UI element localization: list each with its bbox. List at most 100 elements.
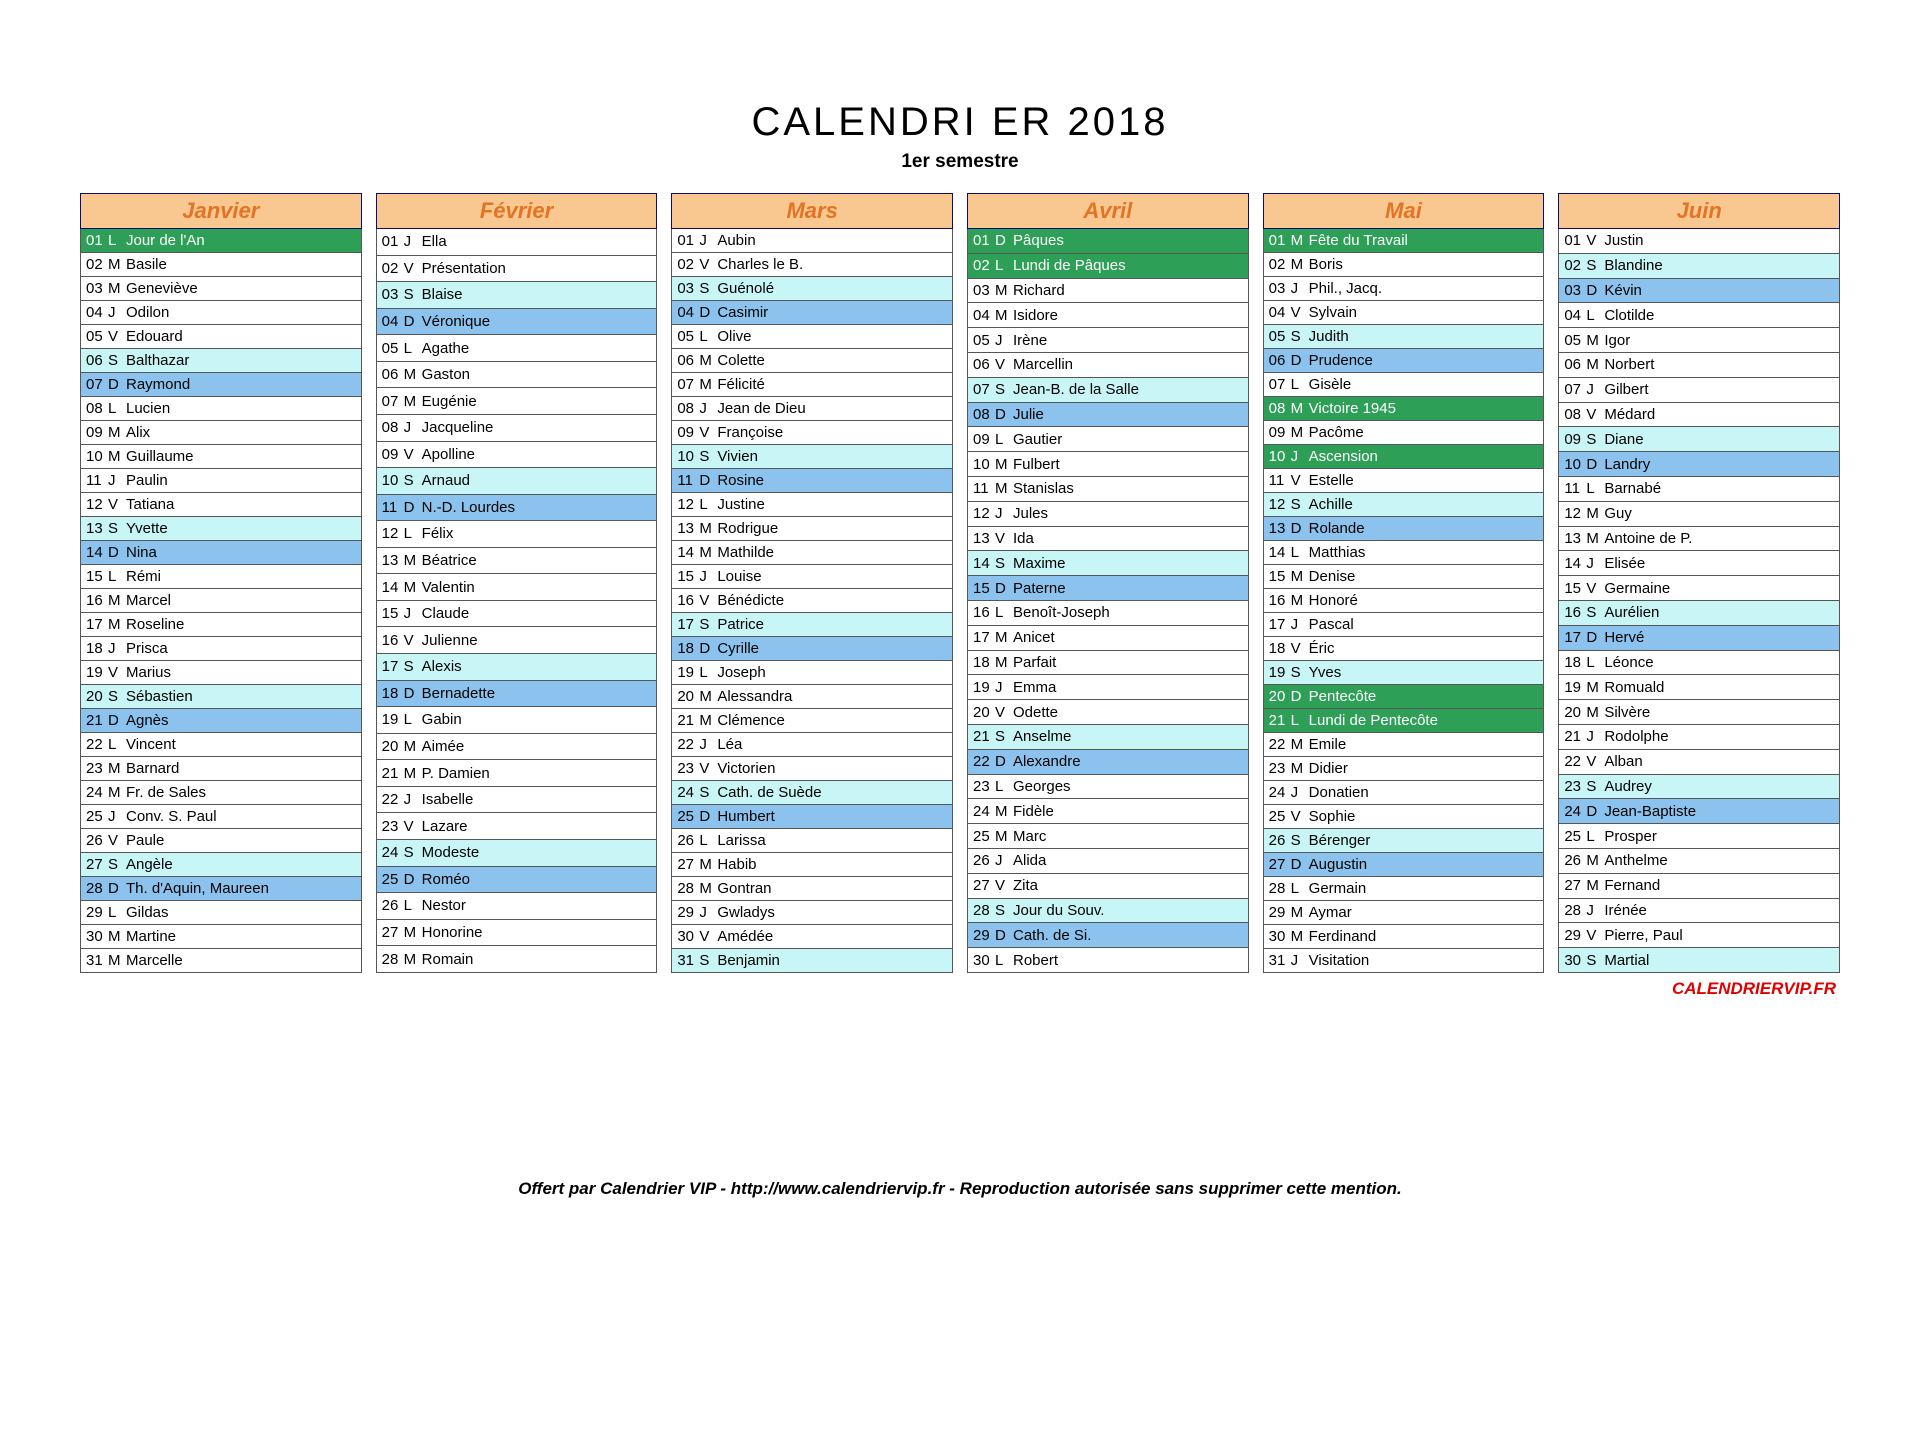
day-saint: Fulbert [1013,456,1060,473]
day-cell: 25VSophie [1263,805,1544,829]
day-saint: Boris [1309,256,1343,273]
day-weekday: V [699,928,717,945]
day-weekday: D [1291,856,1309,873]
day-cell: 17MRoseline [80,613,361,637]
day-weekday: L [699,328,717,345]
day-row: 06MColette [672,349,953,373]
day-number: 22 [1269,736,1291,753]
day-saint: Justine [717,496,765,513]
day-number: 27 [382,924,404,941]
day-weekday: V [699,424,717,441]
day-weekday: S [404,658,422,675]
day-number: 20 [1269,688,1291,705]
day-weekday: L [699,664,717,681]
day-row: 12JJules [968,501,1249,526]
day-weekday: J [108,472,126,489]
day-number: 15 [1269,568,1291,585]
day-weekday: J [404,605,422,622]
day-row: 24JDonatien [1263,781,1544,805]
day-saint: Alix [126,424,150,441]
day-number: 01 [1269,232,1291,249]
footer-note: Offert par Calendrier VIP - http://www.c… [80,1179,1840,1199]
day-number: 15 [1564,580,1586,597]
day-row: 27DAugustin [1263,853,1544,877]
day-cell: 24JDonatien [1263,781,1544,805]
day-weekday: L [699,832,717,849]
day-row: 02SBlandine [1559,253,1840,278]
day-number: 04 [382,313,404,330]
day-cell: 07LGisèle [1263,373,1544,397]
day-saint: Marc [1013,828,1046,845]
day-cell: 24MFr. de Sales [80,781,361,805]
day-cell: 12MGuy [1559,501,1840,526]
day-weekday: V [1291,472,1309,489]
day-number: 13 [677,520,699,537]
day-number: 30 [973,952,995,969]
day-row: 22VAlban [1559,749,1840,774]
day-saint: Basile [126,256,167,273]
day-number: 27 [973,877,995,894]
day-saint: Martine [126,928,176,945]
day-number: 22 [973,753,995,770]
day-weekday: L [404,711,422,728]
day-number: 29 [973,927,995,944]
day-row: 11DRosine [672,469,953,493]
day-cell: 11LBarnabé [1559,476,1840,501]
day-weekday: S [404,286,422,303]
day-row: 06DPrudence [1263,349,1544,373]
day-row: 09SDiane [1559,427,1840,452]
day-weekday: D [108,880,126,897]
day-number: 24 [1564,803,1586,820]
day-row: 15VGermaine [1559,576,1840,601]
day-number: 15 [382,605,404,622]
day-row: 16MHonoré [1263,589,1544,613]
day-cell: 12LFélix [376,521,657,548]
day-cell: 02LLundi de Pâques [968,253,1249,278]
day-number: 13 [1564,530,1586,547]
day-row: 18MParfait [968,650,1249,675]
day-row: 11VEstelle [1263,469,1544,493]
day-saint: Marcellin [1013,356,1073,373]
day-cell: 06MNorbert [1559,352,1840,377]
day-weekday: J [1291,784,1309,801]
day-number: 09 [973,431,995,448]
day-saint: Ferdinand [1309,928,1377,945]
day-weekday: M [1291,592,1309,609]
day-saint: Rodolphe [1604,728,1668,745]
day-cell: 15JClaude [376,600,657,627]
day-row: 25DRoméo [376,866,657,893]
day-cell: 17SPatrice [672,613,953,637]
day-row: 23MDidier [1263,757,1544,781]
day-number: 29 [1564,927,1586,944]
day-cell: 25MMarc [968,824,1249,849]
day-row: 11JPaulin [80,469,361,493]
day-row: 24DJean-Baptiste [1559,799,1840,824]
day-row: 23VLazare [376,813,657,840]
day-number: 02 [86,256,108,273]
day-saint: Jacqueline [422,419,494,436]
day-cell: 23SAudrey [1559,774,1840,799]
day-weekday: S [699,280,717,297]
day-row: 01LJour de l'An [80,229,361,253]
day-weekday: L [108,400,126,417]
day-weekday: J [404,791,422,808]
day-saint: Jules [1013,505,1048,522]
day-number: 10 [1564,456,1586,473]
day-row: 19SYves [1263,661,1544,685]
day-cell: 22VAlban [1559,749,1840,774]
day-saint: Gilbert [1604,381,1648,398]
day-saint: Sylvain [1309,304,1357,321]
day-cell: 05VEdouard [80,325,361,349]
day-cell: 20MSilvère [1559,700,1840,725]
day-weekday: M [1586,852,1604,869]
day-number: 22 [1564,753,1586,770]
day-row: 10SArnaud [376,468,657,495]
day-cell: 29MAymar [1263,901,1544,925]
month-header: Janvier [80,194,361,229]
day-row: 02VCharles le B. [672,253,953,277]
day-weekday: S [995,728,1013,745]
day-row: 21LLundi de Pentecôte [1263,709,1544,733]
day-row: 04MIsidore [968,303,1249,328]
day-saint: Elisée [1604,555,1645,572]
day-cell: 27MHonorine [376,919,657,946]
